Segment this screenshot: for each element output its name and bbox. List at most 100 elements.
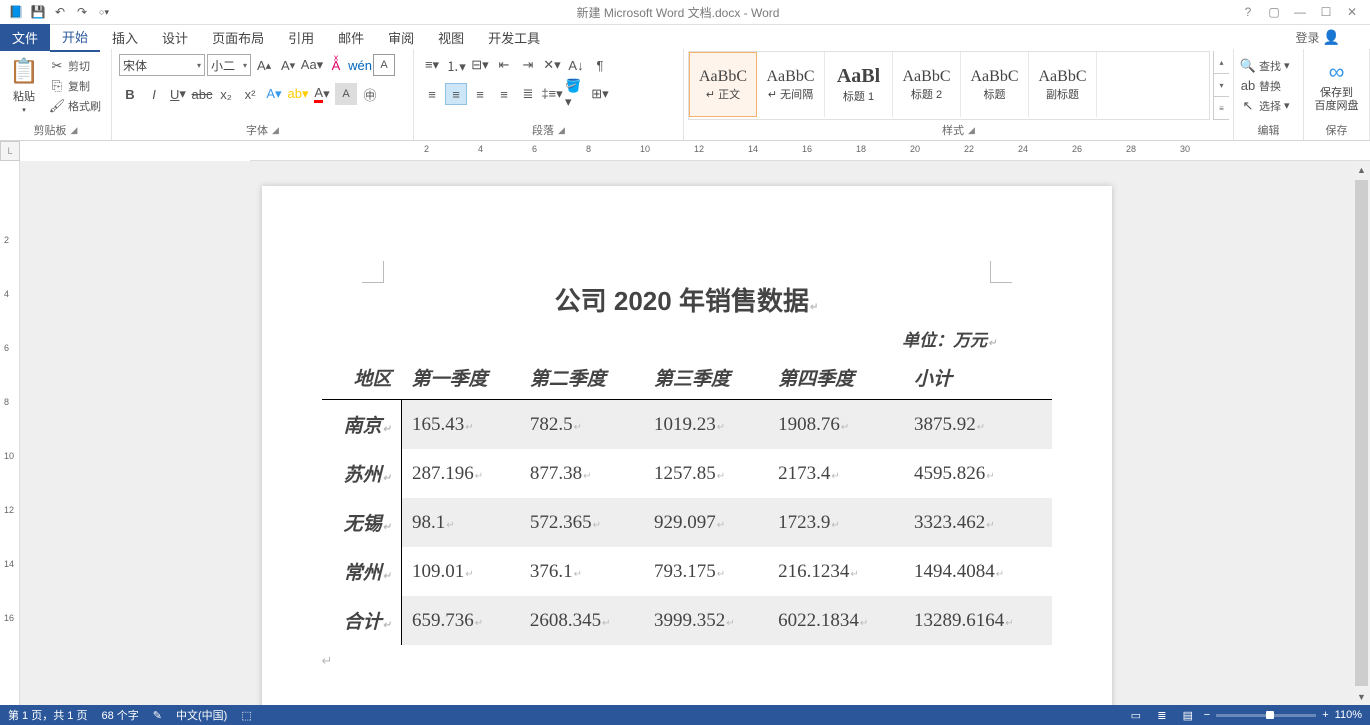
login-button[interactable]: 登录👤 bbox=[1296, 29, 1370, 46]
table-cell: 109.01↵ bbox=[402, 547, 520, 596]
dialog-launcher-icon[interactable]: ◢ bbox=[558, 125, 565, 136]
bold-icon[interactable]: B bbox=[119, 83, 141, 105]
style-item[interactable]: AaBbC↵ 无间隔 bbox=[757, 52, 825, 117]
insert-mode-icon[interactable]: ⬚ bbox=[241, 709, 251, 722]
maximize-icon[interactable]: ☐ bbox=[1314, 2, 1338, 22]
help-icon[interactable]: ? bbox=[1236, 2, 1260, 22]
page-status[interactable]: 第 1 页，共 1 页 bbox=[8, 707, 87, 723]
format-painter-button[interactable]: 🖌格式刷 bbox=[47, 97, 103, 115]
dialog-launcher-icon[interactable]: ◢ bbox=[968, 125, 975, 136]
sort-icon[interactable]: A↓ bbox=[565, 54, 587, 76]
strike-icon[interactable]: abc bbox=[191, 83, 213, 105]
tab-mailings[interactable]: 邮件 bbox=[326, 24, 376, 51]
font-size-combo[interactable]: 小二▾ bbox=[207, 54, 251, 76]
char-border-icon[interactable]: A bbox=[373, 54, 395, 76]
save-label: 保存 bbox=[1308, 120, 1365, 140]
subscript-icon[interactable]: x₂ bbox=[215, 83, 237, 105]
underline-icon[interactable]: U▾ bbox=[167, 83, 189, 105]
find-button[interactable]: 🔍查找▾ bbox=[1238, 57, 1292, 75]
font-color-icon[interactable]: A▾ bbox=[311, 83, 333, 105]
tab-insert[interactable]: 插入 bbox=[100, 24, 150, 51]
language-status[interactable]: 中文(中国) bbox=[176, 707, 227, 723]
styles-gallery[interactable]: AaBbC↵ 正文AaBbC↵ 无间隔AaBl标题 1AaBbC标题 2AaBb… bbox=[688, 51, 1210, 120]
align-right-icon[interactable]: ≡ bbox=[469, 83, 491, 105]
highlight-icon[interactable]: ab▾ bbox=[287, 83, 309, 105]
text-effects-icon[interactable]: A▾ bbox=[263, 83, 285, 105]
tab-home[interactable]: 开始 bbox=[50, 23, 100, 52]
shading-icon[interactable]: 🪣▾ bbox=[565, 83, 587, 105]
table-cell: 659.736↵ bbox=[402, 596, 520, 645]
multilevel-icon[interactable]: ⊟▾ bbox=[469, 54, 491, 76]
tab-layout[interactable]: 页面布局 bbox=[200, 24, 276, 51]
replace-button[interactable]: ab替换 bbox=[1238, 77, 1292, 95]
align-center-icon[interactable]: ≡ bbox=[445, 83, 467, 105]
dialog-launcher-icon[interactable]: ◢ bbox=[71, 125, 78, 136]
save-icon[interactable]: 💾 bbox=[28, 2, 48, 22]
tab-file[interactable]: 文件 bbox=[0, 24, 50, 51]
style-item[interactable]: AaBbC↵ 正文 bbox=[689, 52, 757, 117]
undo-icon[interactable]: ↶ bbox=[50, 2, 70, 22]
change-case-icon[interactable]: Aa▾ bbox=[301, 54, 323, 76]
read-mode-icon[interactable]: ▭ bbox=[1126, 707, 1146, 723]
close-icon[interactable]: ✕ bbox=[1340, 2, 1364, 22]
tab-design[interactable]: 设计 bbox=[150, 24, 200, 51]
phonetic-icon[interactable]: wén bbox=[349, 54, 371, 76]
zoom-slider[interactable] bbox=[1216, 714, 1316, 717]
grow-font-icon[interactable]: A▴ bbox=[253, 54, 275, 76]
ruler-corner[interactable]: L bbox=[0, 141, 20, 161]
print-layout-icon[interactable]: ≣ bbox=[1152, 707, 1172, 723]
decrease-indent-icon[interactable]: ⇤ bbox=[493, 54, 515, 76]
crop-mark bbox=[990, 261, 1012, 283]
zoom-out-icon[interactable]: − bbox=[1204, 709, 1210, 721]
scroll-thumb[interactable] bbox=[1355, 180, 1368, 686]
ruler-h[interactable]: 24681012141618202224262830 bbox=[250, 141, 1370, 161]
line-spacing-icon[interactable]: ‡≡▾ bbox=[541, 83, 563, 105]
asian-layout-icon[interactable]: ✕▾ bbox=[541, 54, 563, 76]
ruler-vertical[interactable]: 246810121416 bbox=[0, 161, 20, 705]
proofing-icon[interactable]: ✎ bbox=[153, 709, 162, 722]
style-item[interactable]: AaBbC标题 2 bbox=[893, 52, 961, 117]
gallery-scroll[interactable]: ▴▾≡ bbox=[1213, 51, 1229, 120]
style-item[interactable]: AaBbC标题 bbox=[961, 52, 1029, 117]
word-count[interactable]: 68 个字 bbox=[101, 707, 138, 723]
italic-icon[interactable]: I bbox=[143, 83, 165, 105]
scroll-down-icon[interactable]: ▼ bbox=[1353, 688, 1370, 705]
ribbon-toggle-icon[interactable]: ▢ bbox=[1262, 2, 1286, 22]
paste-button[interactable]: 📋粘贴▾ bbox=[4, 51, 44, 120]
dialog-launcher-icon[interactable]: ◢ bbox=[272, 125, 279, 136]
page-viewport[interactable]: 公司 2020 年销售数据↵ 单位：万元↵ 地区第一季度第二季度第三季度第四季度… bbox=[20, 161, 1353, 705]
style-item[interactable]: AaBl标题 1 bbox=[825, 52, 893, 117]
save-baidu-button[interactable]: ∞保存到 百度网盘 bbox=[1308, 51, 1365, 120]
qat-more-icon[interactable]: ○▾ bbox=[94, 2, 114, 22]
enclose-char-icon[interactable]: ㊥ bbox=[359, 83, 381, 105]
vertical-scrollbar[interactable]: ▲ ▼ bbox=[1353, 161, 1370, 705]
numbering-icon[interactable]: ⒈▾ bbox=[445, 54, 467, 76]
borders-icon[interactable]: ⊞▾ bbox=[589, 83, 611, 105]
distribute-icon[interactable]: ≣ bbox=[517, 83, 539, 105]
show-marks-icon[interactable]: ¶ bbox=[589, 54, 611, 76]
justify-icon[interactable]: ≡ bbox=[493, 83, 515, 105]
tab-references[interactable]: 引用 bbox=[276, 24, 326, 51]
superscript-icon[interactable]: x² bbox=[239, 83, 261, 105]
increase-indent-icon[interactable]: ⇥ bbox=[517, 54, 539, 76]
bullets-icon[interactable]: ≡▾ bbox=[421, 54, 443, 76]
tab-developer[interactable]: 开发工具 bbox=[476, 24, 552, 51]
char-shading-icon[interactable]: A bbox=[335, 83, 357, 105]
tab-review[interactable]: 审阅 bbox=[376, 24, 426, 51]
tab-view[interactable]: 视图 bbox=[426, 24, 476, 51]
copy-button[interactable]: ⎘复制 bbox=[47, 77, 103, 95]
scroll-up-icon[interactable]: ▲ bbox=[1353, 161, 1370, 178]
shrink-font-icon[interactable]: A▾ bbox=[277, 54, 299, 76]
zoom-level[interactable]: 110% bbox=[1335, 709, 1362, 721]
web-layout-icon[interactable]: ▤ bbox=[1178, 707, 1198, 723]
cut-button[interactable]: ✂剪切 bbox=[47, 57, 103, 75]
align-left-icon[interactable]: ≡ bbox=[421, 83, 443, 105]
font-name-combo[interactable]: 宋体▾ bbox=[119, 54, 205, 76]
select-button[interactable]: ↖选择▾ bbox=[1238, 97, 1292, 115]
zoom-in-icon[interactable]: + bbox=[1322, 709, 1328, 721]
clear-format-icon[interactable]: Aͯ bbox=[325, 54, 347, 76]
style-item[interactable]: AaBbC副标题 bbox=[1029, 52, 1097, 117]
redo-icon[interactable]: ↷ bbox=[72, 2, 92, 22]
minimize-icon[interactable]: — bbox=[1288, 2, 1312, 22]
paragraph-mark: ↵ bbox=[322, 653, 1052, 669]
